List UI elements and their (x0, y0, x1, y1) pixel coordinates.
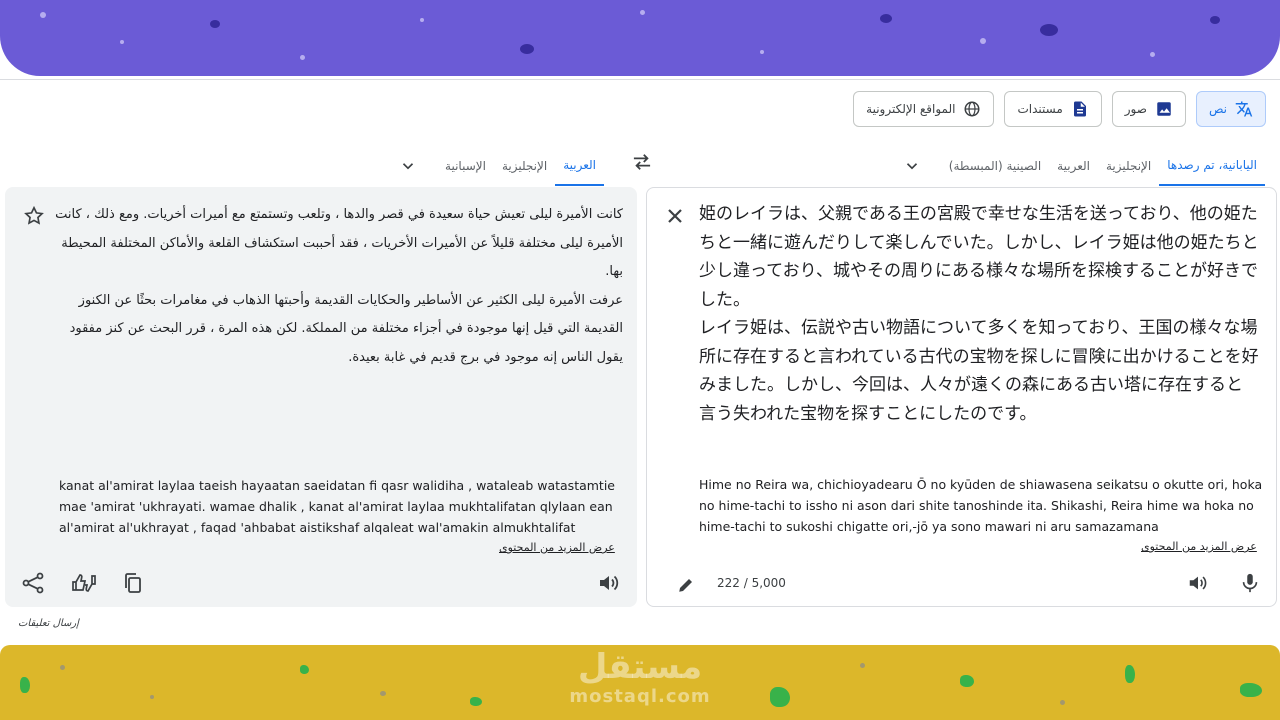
watermark-arabic: مستقل (577, 647, 703, 687)
source-paragraph: レイラ姫は、伝説や古い物語について多くを知っており、王国の様々な場所に存在すると… (699, 318, 1259, 424)
decorative-top-band (0, 0, 1280, 76)
target-show-more-link[interactable]: عرض المزيد من المحتوى (499, 541, 615, 554)
source-lang-more-button[interactable] (897, 146, 927, 186)
source-lang-detected-tab[interactable]: اليابانية، تم رصدها (1159, 146, 1265, 186)
target-language-bar: العربية الإنجليزية الإسبانية (393, 146, 604, 186)
globe-icon (963, 100, 981, 118)
mode-websites-label: المواقع الإلكترونية (866, 102, 956, 116)
voice-input-button[interactable] (1239, 572, 1261, 594)
chevron-down-icon (402, 163, 414, 170)
speaker-icon (600, 575, 619, 591)
source-lang-tab-english[interactable]: الإنجليزية (1098, 146, 1159, 186)
save-translation-button[interactable] (23, 205, 45, 227)
mode-websites-button[interactable]: المواقع الإلكترونية (853, 91, 995, 127)
mode-switcher: نص صور مستندات المواقع الإلكترونية (853, 91, 1266, 127)
mode-documents-button[interactable]: مستندات (1004, 91, 1102, 127)
clear-source-button[interactable] (665, 206, 685, 226)
edit-button[interactable] (677, 576, 695, 594)
swap-icon (633, 154, 651, 170)
mode-images-button[interactable]: صور (1111, 91, 1186, 127)
translation-romanization: kanat al'amirat laylaa taeish hayaatan s… (59, 478, 615, 535)
star-icon (24, 205, 44, 225)
pencil-icon (679, 579, 692, 592)
source-lang-tab-arabic[interactable]: العربية (1049, 146, 1098, 186)
watermark-logo: مستقل mostaql.com (560, 648, 720, 707)
target-lang-tab-english[interactable]: الإنجليزية (494, 146, 555, 186)
source-input-panel: 姫のレイラは、父親である王の宮殿で幸せな生活を送っており、他の姫たちと一緒に遊ん… (646, 187, 1277, 607)
divider (0, 79, 1280, 80)
target-lang-more-button[interactable] (393, 146, 423, 186)
source-lang-tab-chinese[interactable]: الصينية (المبسطة) (941, 146, 1049, 186)
character-counter: 222 / 5,000 (717, 576, 786, 590)
target-lang-tab-spanish[interactable]: الإسبانية (437, 146, 494, 186)
source-language-bar: اليابانية، تم رصدها الإنجليزية العربية ا… (897, 146, 1265, 186)
copy-translation-button[interactable] (121, 571, 145, 595)
target-lang-tab-arabic[interactable]: العربية (555, 146, 604, 186)
chevron-down-icon (906, 163, 917, 170)
translated-text: كانت الأميرة ليلى تعيش حياة سعيدة في قصر… (45, 201, 623, 372)
mode-text-label: نص (1208, 102, 1227, 116)
source-text-input[interactable]: 姫のレイラは、父親である王の宮殿で幸せな生活を送っており、他の姫たちと一緒に遊ん… (699, 200, 1259, 428)
image-icon (1155, 100, 1173, 118)
close-icon (668, 209, 682, 223)
listen-source-button[interactable] (1187, 572, 1209, 594)
microphone-icon (1242, 573, 1258, 593)
send-feedback-link[interactable]: إرسال تعليقات (18, 618, 79, 629)
source-paragraph: 姫のレイラは、父親である王の宮殿で幸せな生活を送っており、他の姫たちと一緒に遊ん… (699, 204, 1259, 310)
translation-toolbar (5, 567, 637, 599)
swap-languages-button[interactable] (628, 150, 656, 174)
mode-documents-label: مستندات (1017, 102, 1063, 116)
share-button[interactable] (21, 571, 45, 595)
translated-paragraph: عرفت الأميرة ليلى الكثير عن الأساطير وال… (69, 292, 623, 365)
translated-paragraph: كانت الأميرة ليلى تعيش حياة سعيدة في قصر… (55, 207, 623, 279)
share-icon (22, 572, 44, 594)
copy-icon (125, 573, 141, 593)
mode-images-label: صور (1124, 102, 1147, 116)
speaker-icon (1189, 576, 1207, 590)
mode-text-button[interactable]: نص (1195, 91, 1266, 127)
source-toolbar: 222 / 5,000 (647, 568, 1276, 600)
source-romanization: Hime no Reira wa, chichioyadearu Ō no ky… (699, 477, 1263, 534)
rate-translation-button[interactable] (71, 571, 96, 595)
source-show-more-link[interactable]: عرض المزيد من المحتوى (1141, 540, 1257, 553)
thumbs-icon (72, 574, 96, 592)
listen-translation-button[interactable] (597, 571, 621, 595)
watermark-latin: mostaql.com (569, 686, 711, 707)
translation-output-panel: كانت الأميرة ليلى تعيش حياة سعيدة في قصر… (5, 187, 637, 607)
translate-icon (1235, 100, 1253, 118)
document-icon (1071, 100, 1089, 118)
